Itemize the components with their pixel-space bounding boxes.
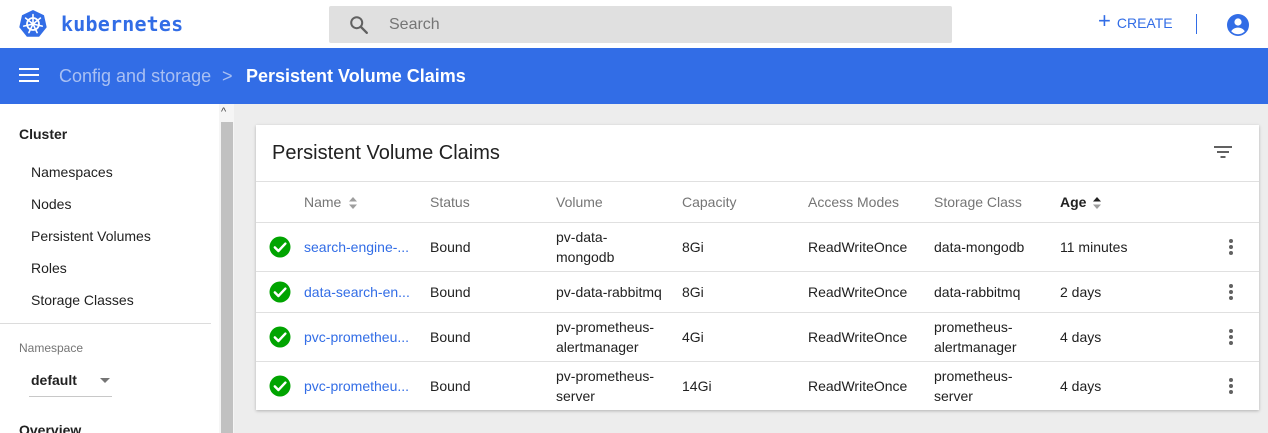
storage-class-cell-line: prometheus- <box>934 368 1013 384</box>
pvc-name-link[interactable]: pvc-prometheu... <box>304 376 412 397</box>
sidebar-item-nodes[interactable]: Nodes <box>31 196 71 212</box>
breadcrumb-separator-icon: > <box>222 66 233 86</box>
pvc-name-link[interactable]: pvc-prometheu... <box>304 327 412 348</box>
top-bar: kubernetes + CREATE <box>0 0 1268 48</box>
account-circle-icon[interactable] <box>1226 13 1250 37</box>
sidebar-section-overview[interactable]: Overview <box>19 422 81 433</box>
pvc-name-link[interactable]: search-engine-... <box>304 237 412 258</box>
scroll-up-arrow-icon[interactable]: ^ <box>221 106 226 118</box>
column-header-age[interactable]: Age <box>1060 194 1086 210</box>
capacity-cell: 8Gi <box>682 284 704 300</box>
more-vert-icon[interactable] <box>1228 377 1234 395</box>
age-cell: 4 days <box>1060 378 1102 394</box>
volume-cell-line: pv-data-rabbitmq <box>556 284 662 300</box>
storage-class-cell-line: alertmanager <box>934 339 1017 355</box>
row-divider <box>256 271 1259 272</box>
status-cell: Bound <box>430 378 471 394</box>
capacity-cell: 4Gi <box>682 329 704 345</box>
access-modes-cell: ReadWriteOnce <box>808 239 908 255</box>
sidebar: Cluster Namespaces Nodes Persistent Volu… <box>0 104 219 433</box>
capacity-cell: 8Gi <box>682 239 704 255</box>
more-vert-icon[interactable] <box>1228 238 1234 256</box>
dropdown-arrow-icon <box>100 378 110 383</box>
sidebar-section-cluster[interactable]: Cluster <box>19 126 67 142</box>
page-header: Config and storage > Persistent Volume C… <box>0 48 1268 104</box>
sidebar-scrollbar-thumb[interactable] <box>221 122 233 433</box>
volume-cell-line: alertmanager <box>556 339 639 355</box>
access-modes-cell: ReadWriteOnce <box>808 284 908 300</box>
column-header-storage-class[interactable]: Storage Class <box>934 194 1022 210</box>
create-button[interactable]: + CREATE <box>1098 8 1173 35</box>
storage-class-cell: data-mongodb <box>934 239 1025 255</box>
pvc-card: Persistent Volume Claims Name Status Vol… <box>256 125 1259 410</box>
status-cell: Bound <box>430 329 471 345</box>
storage-class-cell-line: prometheus- <box>934 319 1013 335</box>
storage-class-cell: data-rabbitmq <box>934 284 1021 300</box>
access-modes-cell: ReadWriteOnce <box>808 378 908 394</box>
age-cell: 11 minutes <box>1060 239 1128 255</box>
storage-class-cell-line: server <box>934 388 973 404</box>
namespace-value: default <box>31 372 77 388</box>
filter-icon[interactable] <box>1213 144 1233 160</box>
volume-cell-line: mongodb <box>556 249 615 265</box>
column-header-access-modes[interactable]: Access Modes <box>808 194 899 210</box>
sort-icon[interactable] <box>348 196 358 210</box>
sidebar-item-namespaces[interactable]: Namespaces <box>31 164 113 180</box>
search-icon <box>350 16 368 34</box>
plus-icon: + <box>1098 8 1111 33</box>
column-header-volume[interactable]: Volume <box>556 194 603 210</box>
sidebar-item-roles[interactable]: Roles <box>31 260 67 276</box>
kubernetes-logo-icon[interactable] <box>18 9 48 39</box>
search-input[interactable] <box>389 6 929 43</box>
row-divider <box>256 222 1259 223</box>
check-circle-icon <box>269 236 291 258</box>
toolbar-divider <box>1196 14 1197 34</box>
volume-cell-line: pv-prometheus- <box>556 319 655 335</box>
check-circle-icon <box>269 326 291 348</box>
pvc-name-link[interactable]: data-search-en... <box>304 282 412 303</box>
sort-ascending-icon[interactable] <box>1092 196 1102 210</box>
menu-icon[interactable] <box>19 67 39 83</box>
volume-cell-line: server <box>556 388 595 404</box>
column-header-name[interactable]: Name <box>304 194 341 210</box>
breadcrumb-config-and-storage[interactable]: Config and storage <box>59 66 211 87</box>
volume-cell-line: pv-data- <box>556 229 608 245</box>
status-cell: Bound <box>430 239 471 255</box>
sidebar-divider <box>0 323 211 324</box>
search-bar[interactable] <box>329 6 952 43</box>
more-vert-icon[interactable] <box>1228 283 1234 301</box>
header-divider <box>256 181 1259 182</box>
sidebar-item-persistent-volumes[interactable]: Persistent Volumes <box>31 228 151 244</box>
more-vert-icon[interactable] <box>1228 328 1234 346</box>
capacity-cell: 14Gi <box>682 378 712 394</box>
page-title: Persistent Volume Claims <box>246 66 466 86</box>
create-label: CREATE <box>1116 15 1173 31</box>
row-divider <box>256 312 1259 313</box>
column-header-status[interactable]: Status <box>430 194 470 210</box>
check-circle-icon <box>269 375 291 397</box>
app-name[interactable]: kubernetes <box>61 12 183 36</box>
check-circle-icon <box>269 281 291 303</box>
age-cell: 2 days <box>1060 284 1102 300</box>
column-header-capacity[interactable]: Capacity <box>682 194 736 210</box>
access-modes-cell: ReadWriteOnce <box>808 329 908 345</box>
namespace-label: Namespace <box>19 341 84 355</box>
namespace-select[interactable]: default <box>29 370 112 397</box>
card-title: Persistent Volume Claims <box>272 142 500 164</box>
status-cell: Bound <box>430 284 471 300</box>
sidebar-item-storage-classes[interactable]: Storage Classes <box>31 292 134 308</box>
row-divider <box>256 361 1259 362</box>
age-cell: 4 days <box>1060 329 1102 345</box>
volume-cell-line: pv-prometheus- <box>556 368 655 384</box>
